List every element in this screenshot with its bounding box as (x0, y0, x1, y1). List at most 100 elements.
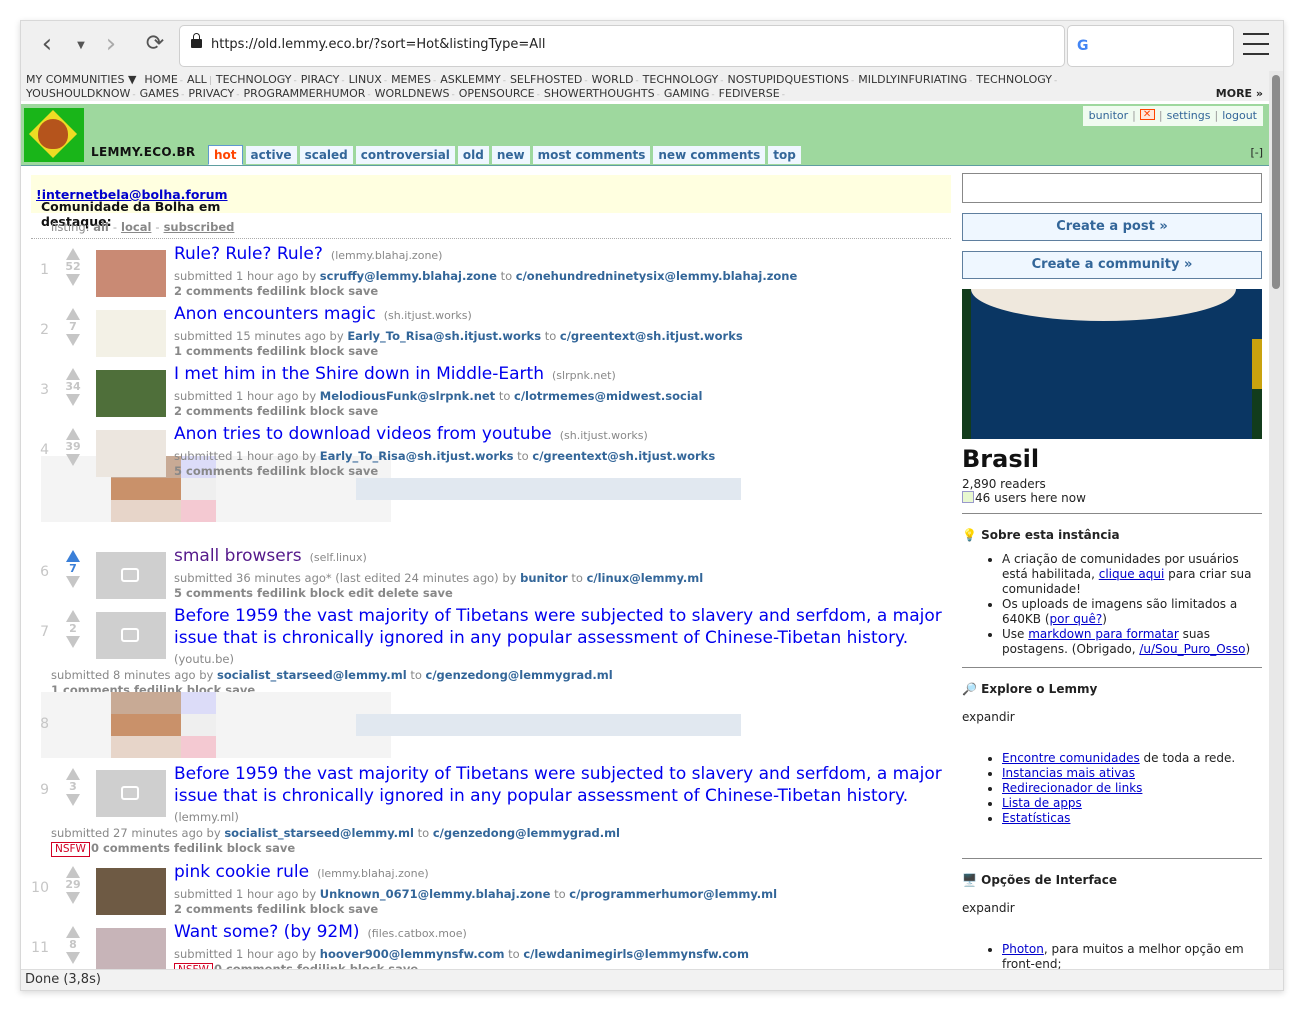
create-community-link[interactable]: clique aqui (1099, 567, 1165, 581)
block-link[interactable]: block (310, 902, 345, 916)
downvote-arrow-icon[interactable] (66, 394, 80, 406)
community-link[interactable]: PIRACY (301, 73, 340, 86)
save-link[interactable]: save (348, 902, 378, 916)
post-title-text[interactable]: Anon tries to download videos from youtu… (174, 424, 552, 444)
community-link[interactable]: SELFHOSTED (510, 73, 582, 86)
community-link[interactable]: OPENSOURCE (459, 87, 535, 100)
downvote-arrow-icon[interactable] (66, 454, 80, 466)
downvote-arrow-icon[interactable] (66, 892, 80, 904)
post-title-text[interactable]: Rule? Rule? Rule? (174, 244, 323, 264)
block-link[interactable]: block (310, 586, 345, 600)
block-link[interactable]: block (310, 404, 345, 418)
author-link[interactable]: hoover900@lemmynsfw.com (320, 947, 505, 961)
tab-active[interactable]: active (245, 146, 297, 164)
community-link[interactable]: FEDIVERSE (719, 87, 780, 100)
post-thumbnail[interactable] (96, 552, 166, 599)
downvote-arrow-icon[interactable] (66, 274, 80, 286)
comments-link[interactable]: 1 comments (174, 344, 253, 358)
community-link[interactable]: TECHNOLOGY (976, 73, 1052, 86)
collapse-header-button[interactable]: [-] (1250, 146, 1263, 159)
community-link[interactable]: GAMES (140, 87, 179, 100)
community-link[interactable]: c/genzedong@lemmygrad.ml (426, 668, 613, 682)
tab-new[interactable]: new (491, 146, 530, 164)
post-domain[interactable]: (lemmy.blahaj.zone) (317, 867, 429, 880)
sidebar-search-input[interactable] (962, 173, 1262, 203)
block-link[interactable]: block (310, 464, 345, 478)
post-thumbnail[interactable] (96, 430, 166, 477)
save-link[interactable]: save (348, 284, 378, 298)
community-link[interactable]: HOME (144, 73, 177, 86)
community-link[interactable]: MEMES (391, 73, 431, 86)
block-link[interactable]: block (310, 344, 345, 358)
create-post-button[interactable]: Create a post » (962, 213, 1262, 241)
tab-old[interactable]: old (457, 146, 489, 164)
community-link[interactable]: PROGRAMMERHUMOR (244, 87, 366, 100)
explore-link[interactable]: Encontre comunidades (1002, 751, 1140, 765)
post-thumbnail[interactable] (96, 868, 166, 915)
my-communities-dropdown[interactable]: MY COMMUNITIES ▼ (26, 73, 136, 86)
upvote-arrow-icon[interactable] (66, 550, 80, 562)
fedilink-link[interactable]: fedilink (174, 841, 223, 855)
comments-link[interactable]: 5 comments (174, 586, 253, 600)
post-title[interactable]: small browsers (self.linux) (174, 546, 367, 566)
url-text[interactable]: https://old.lemmy.eco.br/?sort=Hot&listi… (211, 37, 545, 52)
save-link[interactable]: save (348, 464, 378, 478)
delete-link[interactable]: delete (378, 586, 419, 600)
downvote-arrow-icon[interactable] (66, 636, 80, 648)
block-link[interactable]: block (227, 841, 262, 855)
save-link[interactable]: save (423, 586, 453, 600)
community-link[interactable]: c/onehundredninetysix@lemmy.blahaj.zone (516, 269, 798, 283)
community-link[interactable]: c/programmerhumor@lemmy.ml (569, 887, 777, 901)
listing-all-link[interactable]: all (93, 220, 109, 234)
user-link[interactable]: /u/Sou_Puro_Osso (1139, 642, 1245, 656)
post-domain[interactable]: (lemmy.blahaj.zone) (331, 249, 443, 262)
hamburger-menu-icon[interactable] (1243, 33, 1269, 57)
forward-button[interactable]: › (97, 31, 125, 59)
url-bar[interactable]: https://old.lemmy.eco.br/?sort=Hot&listi… (179, 25, 1065, 67)
interface-expand-toggle[interactable]: expandir (962, 901, 1262, 915)
post-thumbnail[interactable] (96, 770, 166, 817)
post-title[interactable]: Before 1959 the vast majority of Tibetan… (174, 606, 942, 626)
post-title-text[interactable]: I met him in the Shire down in Middle-Ea… (174, 364, 544, 384)
post-title[interactable]: Before 1959 the vast majority of Tibetan… (174, 764, 942, 784)
tab-scaled[interactable]: scaled (299, 146, 353, 164)
downvote-arrow-icon[interactable] (66, 794, 80, 806)
search-bar[interactable]: G (1067, 25, 1234, 67)
post-thumbnail[interactable] (96, 250, 166, 297)
post-thumbnail[interactable] (96, 928, 166, 969)
back-button[interactable]: ‹ (33, 31, 61, 59)
site-logo[interactable] (24, 108, 84, 162)
comments-link[interactable]: 2 comments (174, 902, 253, 916)
community-link[interactable]: c/lotrmemes@midwest.social (514, 389, 702, 403)
upvote-arrow-icon[interactable] (66, 768, 80, 780)
community-link[interactable]: TECHNOLOGY (216, 73, 292, 86)
post-domain[interactable]: (sh.itjust.works) (384, 309, 472, 322)
tab-new-comments[interactable]: new comments (653, 146, 766, 164)
post-title[interactable]: pink cookie rule (lemmy.blahaj.zone) (174, 862, 429, 882)
post-title[interactable]: Want some? (by 92M) (files.catbox.moe) (174, 922, 467, 942)
comments-link[interactable]: 5 comments (174, 464, 253, 478)
community-link[interactable]: GAMING (664, 87, 710, 100)
author-link[interactable]: socialist_starseed@lemmy.ml (224, 826, 414, 840)
post-thumbnail[interactable] (96, 310, 166, 357)
community-link[interactable]: TECHNOLOGY (643, 73, 719, 86)
explore-link[interactable]: Instancias mais ativas (1002, 766, 1135, 780)
comments-link[interactable]: 0 comments (91, 841, 170, 855)
explore-link[interactable]: Estatísticas (1002, 811, 1070, 825)
community-link[interactable]: c/greentext@sh.itjust.works (560, 329, 743, 343)
history-dropdown-icon[interactable]: ▼ (67, 33, 95, 61)
post-title[interactable]: Rule? Rule? Rule? (lemmy.blahaj.zone) (174, 244, 442, 264)
community-link[interactable]: SHOWERTHOUGHTS (544, 87, 655, 100)
upvote-arrow-icon[interactable] (66, 866, 80, 878)
fedilink-link[interactable]: fedilink (257, 404, 306, 418)
fedilink-link[interactable]: fedilink (297, 962, 346, 969)
post-title-text[interactable]: Anon encounters magic (174, 304, 376, 324)
community-link[interactable]: ALL (187, 73, 207, 86)
upvote-arrow-icon[interactable] (66, 368, 80, 380)
community-link[interactable]: PRIVACY (188, 87, 234, 100)
page-scrollbar[interactable] (1269, 71, 1283, 969)
community-link[interactable]: NOSTUPIDQUESTIONS (728, 73, 849, 86)
post-domain[interactable]: (slrpnk.net) (552, 369, 616, 382)
site-name[interactable]: LEMMY.ECO.BR (91, 145, 195, 159)
community-link[interactable]: LINUX (349, 73, 382, 86)
